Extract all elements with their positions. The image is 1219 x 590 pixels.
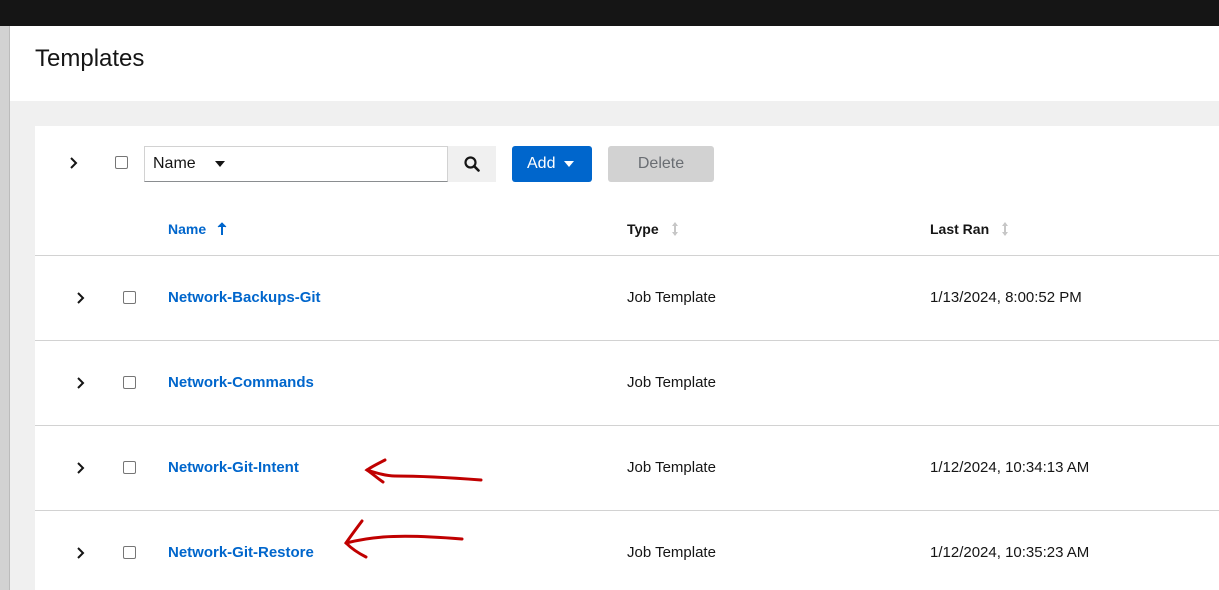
search-icon — [464, 156, 480, 172]
column-header-type[interactable]: Type — [627, 221, 681, 237]
search-input[interactable] — [242, 146, 448, 182]
sort-ascending-icon — [217, 222, 227, 235]
select-all-checkbox[interactable] — [115, 156, 128, 169]
table-row: Network-Git-Intent Job Template 1/12/202… — [35, 426, 1219, 511]
template-type: Job Template — [627, 289, 716, 306]
column-header-type-label: Type — [627, 221, 659, 237]
toolbar: Name Add Delete — [35, 126, 1219, 200]
row-checkbox[interactable] — [123, 546, 136, 559]
expand-all-chevron-icon[interactable] — [66, 155, 82, 171]
sort-icon — [1002, 222, 1009, 236]
column-header-name[interactable]: Name — [168, 221, 228, 237]
template-name-link[interactable]: Network-Backups-Git — [168, 289, 321, 306]
row-expand-chevron-icon[interactable] — [73, 375, 89, 391]
template-last-ran: 1/12/2024, 10:35:23 AM — [930, 544, 1090, 561]
left-rail — [0, 26, 10, 590]
top-bar — [0, 0, 1219, 26]
page-title: Templates — [35, 45, 145, 72]
template-last-ran: 1/13/2024, 8:00:52 PM — [930, 289, 1082, 306]
template-type: Job Template — [627, 459, 716, 476]
filter-field-label: Name — [153, 155, 196, 172]
template-type: Job Template — [627, 374, 716, 391]
template-name-link[interactable]: Network-Git-Restore — [168, 544, 314, 561]
add-button[interactable]: Add — [512, 146, 592, 182]
caret-down-icon — [564, 161, 574, 167]
row-expand-chevron-icon[interactable] — [73, 545, 89, 561]
templates-card: Name Add Delete Name Type Last Ran Netwo… — [35, 126, 1219, 590]
template-name-link[interactable]: Network-Commands — [168, 374, 314, 391]
template-type: Job Template — [627, 544, 716, 561]
row-expand-chevron-icon[interactable] — [73, 290, 89, 306]
row-expand-chevron-icon[interactable] — [73, 460, 89, 476]
column-header-name-label: Name — [168, 221, 207, 237]
delete-button[interactable]: Delete — [608, 146, 714, 182]
table-row: Network-Git-Restore Job Template 1/12/20… — [35, 511, 1219, 590]
search-button[interactable] — [448, 146, 496, 182]
table-header: Name Type Last Ran — [35, 200, 1219, 256]
caret-down-icon — [215, 161, 225, 167]
sort-icon — [671, 222, 678, 236]
template-name-link[interactable]: Network-Git-Intent — [168, 459, 299, 476]
row-checkbox[interactable] — [123, 291, 136, 304]
column-header-last-ran[interactable]: Last Ran — [930, 221, 1011, 237]
template-last-ran: 1/12/2024, 10:34:13 AM — [930, 459, 1090, 476]
row-checkbox[interactable] — [123, 461, 136, 474]
page-header: Templates — [10, 26, 1219, 101]
table-row: Network-Commands Job Template — [35, 341, 1219, 426]
add-button-label: Add — [527, 155, 556, 172]
filter-field-select[interactable]: Name — [144, 146, 243, 182]
row-checkbox[interactable] — [123, 376, 136, 389]
delete-button-label: Delete — [637, 155, 685, 172]
column-header-last-ran-label: Last Ran — [930, 221, 990, 237]
table-row: Network-Backups-Git Job Template 1/13/20… — [35, 256, 1219, 341]
